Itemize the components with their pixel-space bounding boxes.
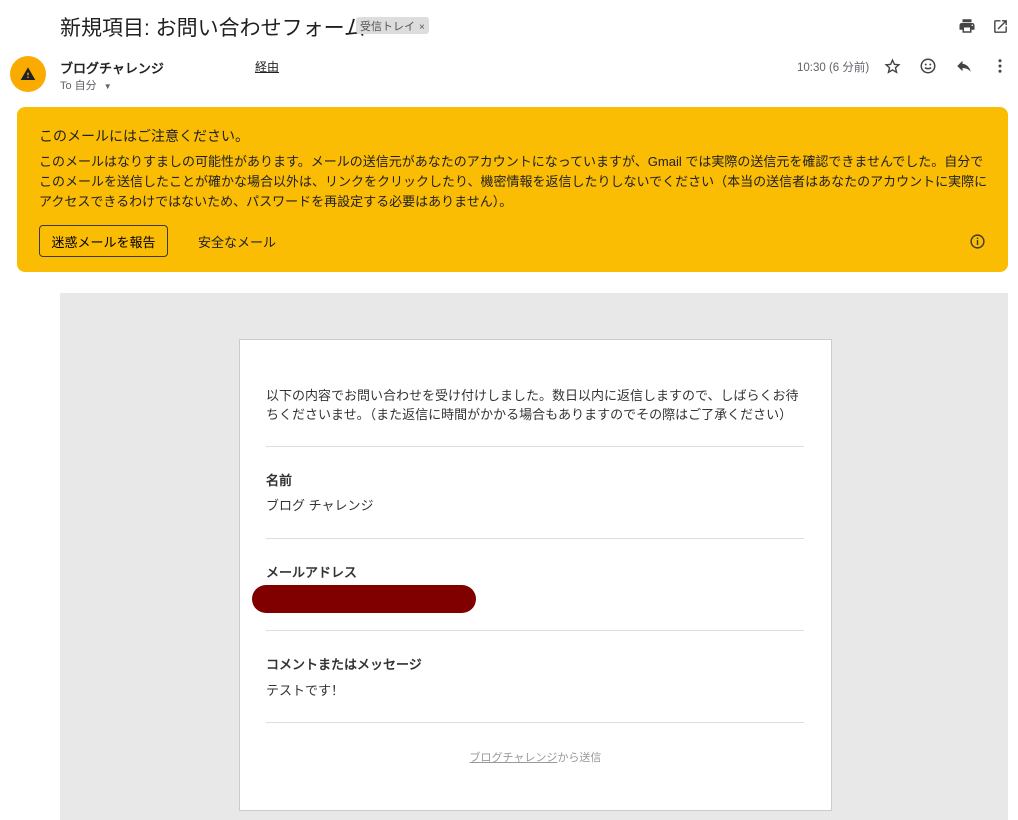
divider (266, 446, 804, 447)
mark-safe-button[interactable]: 安全なメール (198, 232, 276, 251)
reply-icon[interactable] (953, 55, 975, 77)
star-icon[interactable] (881, 55, 903, 77)
received-time: 10:30 (6 分前) (797, 62, 870, 74)
field-value-name: ブログ チャレンジ (266, 498, 374, 513)
more-options-icon[interactable] (989, 55, 1011, 77)
info-icon[interactable] (966, 230, 988, 252)
via-link[interactable]: 経由 (255, 58, 279, 75)
chevron-down-icon: ▼ (103, 82, 112, 91)
divider (266, 630, 804, 631)
sender-name[interactable]: ブログチャレンジ (60, 58, 164, 77)
inbox-label-chip[interactable]: 受信トレイ × (356, 17, 429, 34)
warning-icon (20, 67, 36, 80)
email-body-background: 以下の内容でお問い合わせを受け付けしました。数日以内に返信しますので、しばらくお… (60, 293, 1008, 820)
recipient-text: To 自分 (60, 80, 97, 92)
field-label-name: 名前 (266, 473, 293, 488)
phishing-warning-banner: このメールにはご注意ください。 このメールはなりすましの可能性があります。メール… (17, 107, 1008, 272)
email-content-card: 以下の内容でお問い合わせを受け付けしました。数日以内に返信しますので、しばらくお… (239, 339, 832, 811)
field-label-email: メールアドレス (266, 565, 358, 580)
footer-text: から送信 (557, 752, 602, 764)
field-label-message: コメントまたはメッセージ (266, 657, 422, 672)
print-icon[interactable] (956, 15, 978, 37)
divider (266, 538, 804, 539)
warning-heading: このメールにはご注意ください。 (39, 128, 249, 144)
email-subject: 新規項目: お問い合わせフォーム (60, 17, 366, 40)
intro-text: 以下の内容でお問い合わせを受け付けしました。数日以内に返信しますので、しばらくお… (266, 388, 799, 422)
divider (266, 722, 804, 723)
sender-avatar-warning (10, 56, 46, 92)
field-value-message: テストです！ (266, 683, 345, 698)
warning-body: このメールはなりすましの可能性があります。メールの送信元があなたのアカウントにな… (39, 154, 988, 209)
sent-from-footer: ブログチャレンジから送信 (240, 749, 831, 765)
site-link[interactable]: ブログチャレンジ (470, 752, 558, 764)
label-text: 受信トレイ (360, 21, 415, 33)
open-in-new-window-icon[interactable] (989, 15, 1011, 37)
report-spam-button[interactable]: 迷惑メールを報告 (39, 225, 168, 257)
redacted-email-value (252, 585, 476, 613)
emoji-reaction-icon[interactable] (917, 55, 939, 77)
remove-label-icon[interactable]: × (419, 22, 425, 33)
recipient-dropdown[interactable]: To 自分 ▼ (60, 77, 112, 93)
